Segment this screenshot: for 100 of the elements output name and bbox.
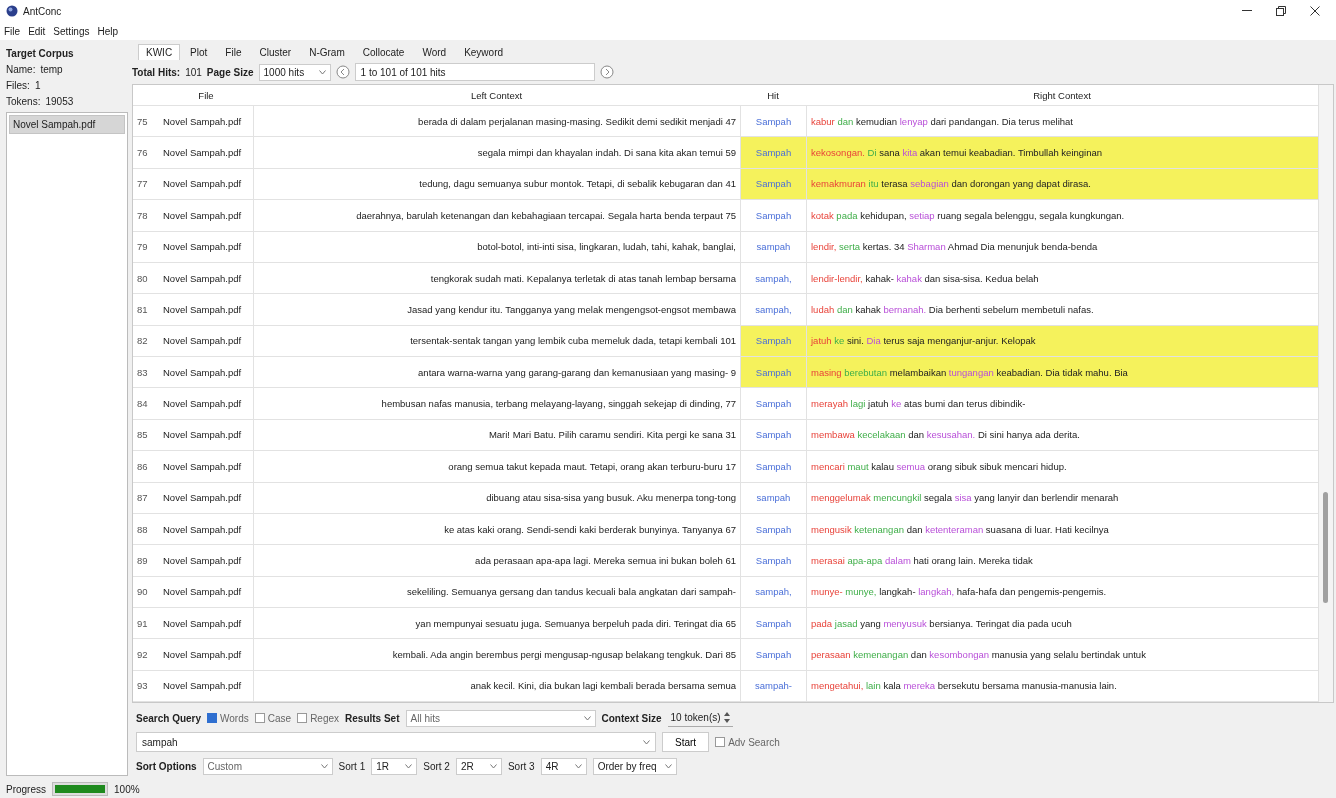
left-context: hembusan nafas manusia, terbang melayang-layang, singgah sekejap di dinding, 77 bbox=[253, 388, 740, 419]
file-name: Novel Sampah.pdf bbox=[162, 146, 243, 161]
sort-level-dropdown[interactable]: 2R bbox=[455, 757, 502, 775]
row-number: 78 bbox=[136, 208, 149, 223]
checkbox[interactable]: Case bbox=[254, 712, 292, 724]
search-field[interactable]: sampah bbox=[136, 732, 656, 752]
sort-preset-dropdown[interactable]: Custom bbox=[202, 757, 333, 775]
column-header[interactable]: Left Context bbox=[253, 85, 740, 105]
row-number: 91 bbox=[136, 616, 149, 631]
file-name: Novel Sampah.pdf bbox=[162, 553, 243, 568]
caret-icon bbox=[318, 69, 326, 75]
caret-icon bbox=[574, 763, 582, 769]
left-context: daerahnya, barulah ketenangan dan kebahagiaan tercapai. Segala harta benda terpaut 75 bbox=[253, 200, 740, 231]
previous-page-icon[interactable] bbox=[335, 65, 350, 79]
file-name: Novel Sampah.pdf bbox=[162, 208, 243, 223]
tab[interactable]: N-Gram bbox=[301, 44, 353, 60]
minimize-icon[interactable] bbox=[1242, 10, 1252, 12]
caret-icon bbox=[583, 715, 591, 721]
file-name: Novel Sampah.pdf bbox=[162, 397, 243, 412]
right-context: masing berebutan melambaikan tungangan keabadian. Dia tidak mahu. Bia bbox=[806, 357, 1318, 388]
tab[interactable]: Keyword bbox=[456, 44, 512, 60]
left-context: sekeliling. Semuanya gersang dan tandus kecuali bala angkatan dari sampah- bbox=[253, 576, 740, 607]
caret-icon bbox=[643, 739, 650, 745]
tab[interactable]: Collocate bbox=[354, 44, 413, 60]
column-header[interactable]: File bbox=[159, 85, 253, 105]
checkbox[interactable]: Words bbox=[207, 712, 249, 724]
caret-icon bbox=[664, 763, 672, 769]
file-name: Novel Sampah.pdf bbox=[162, 428, 243, 443]
field-value: 1 bbox=[34, 80, 41, 91]
file-name: Novel Sampah.pdf bbox=[162, 365, 243, 380]
menu-item[interactable]: Help bbox=[97, 25, 119, 37]
row-number: 81 bbox=[136, 302, 149, 317]
menu-item[interactable]: File bbox=[4, 25, 21, 37]
scrollbar[interactable] bbox=[1318, 85, 1333, 702]
file-name: Novel Sampah.pdf bbox=[162, 616, 243, 631]
menu-item[interactable]: Edit bbox=[28, 25, 46, 37]
column-header[interactable]: Right Context bbox=[806, 85, 1318, 105]
file-name: Novel Sampah.pdf bbox=[162, 177, 243, 192]
hit-word: sampah- bbox=[740, 670, 806, 702]
file-name: Novel Sampah.pdf bbox=[162, 585, 243, 600]
caret-icon bbox=[405, 763, 413, 769]
file-item[interactable]: Novel Sampah.pdf bbox=[9, 115, 125, 134]
maximize-icon[interactable] bbox=[1276, 6, 1286, 16]
window-title: AntConc bbox=[23, 5, 62, 17]
progress-reading: 100% bbox=[114, 783, 140, 795]
left-context: ke atas kaki orang. Sendi-sendi kaki berderak bunyinya. Tanyanya 67 bbox=[253, 513, 740, 545]
hit-word: Sampah bbox=[740, 419, 806, 451]
file-name: Novel Sampah.pdf bbox=[162, 459, 243, 474]
row-number: 92 bbox=[136, 648, 149, 663]
order-dropdown[interactable]: Order by freq bbox=[592, 757, 677, 775]
left-context: kembali. Ada angin berembus pergi mengusap-ngusap belakang tengkuk. Dari 85 bbox=[253, 639, 740, 670]
page-size-dropdown[interactable]: 1000 hits bbox=[258, 63, 331, 81]
tab[interactable]: Plot bbox=[182, 44, 216, 60]
sort-level-label: Sort 2 bbox=[423, 760, 450, 772]
row-number: 83 bbox=[136, 365, 149, 380]
row-number: 90 bbox=[136, 585, 149, 600]
hit-word: Sampah bbox=[740, 545, 806, 576]
next-page-icon[interactable] bbox=[599, 65, 614, 79]
row-number: 86 bbox=[136, 459, 149, 474]
right-context: kemakmuran itu terasa sebagian dan dorongan yang dapat dirasa. bbox=[806, 168, 1318, 200]
left-context: yan mempunyai sesuatu juga. Semuanya berpeluh pada diri. Teringat dia 65 bbox=[253, 608, 740, 639]
hit-word: Sampah bbox=[740, 168, 806, 200]
sort-level-label: Sort 1 bbox=[338, 760, 366, 772]
start-button[interactable]: Start bbox=[662, 732, 710, 752]
tab[interactable]: File bbox=[217, 44, 250, 60]
file-name: Novel Sampah.pdf bbox=[162, 114, 243, 129]
left-context: berada di dalam perjalanan masing-masing. Sedikit demi sedikit menjadi 47 bbox=[253, 106, 740, 137]
hit-word: Sampah bbox=[740, 639, 806, 670]
scroll-thumb[interactable] bbox=[1323, 492, 1328, 604]
file-name: Novel Sampah.pdf bbox=[162, 302, 243, 317]
close-icon[interactable] bbox=[1310, 6, 1320, 16]
checkbox[interactable]: Regex bbox=[297, 712, 340, 724]
right-context: jatuh ke sini. Dia terus saja menganjur-anjur. Kelopak bbox=[806, 325, 1318, 356]
sort-level-label: Sort 3 bbox=[507, 760, 535, 772]
hit-word: Sampah bbox=[740, 513, 806, 545]
spin-arrows-icon[interactable] bbox=[723, 712, 730, 723]
right-context: kekosongan. Di sana kita akan temui keabadian. Timbullah keinginan bbox=[806, 137, 1318, 168]
sort-level-dropdown[interactable]: 4R bbox=[540, 757, 587, 775]
left-context: dibuang atau sisa-sisa yang busuk. Aku menerpa tong-tong bbox=[253, 482, 740, 513]
field-label: Name: bbox=[6, 64, 36, 75]
left-context: orang semua takut kepada maut. Tetapi, orang akan terburu-buru 17 bbox=[253, 451, 740, 482]
tab[interactable]: Cluster bbox=[251, 44, 300, 60]
row-number: 87 bbox=[136, 491, 149, 506]
context-size-spinbox[interactable]: 10 token(s) bbox=[667, 709, 733, 727]
row-number: 88 bbox=[136, 522, 149, 537]
row-number: 93 bbox=[136, 679, 149, 694]
hit-word: Sampah bbox=[740, 451, 806, 482]
hit-word: Sampah bbox=[740, 106, 806, 137]
checkbox[interactable]: Adv Search bbox=[715, 736, 780, 748]
hits-range-field: 1 to 101 of 101 hits bbox=[354, 63, 595, 81]
sort-level-dropdown[interactable]: 1R bbox=[371, 757, 418, 775]
file-name: Novel Sampah.pdf bbox=[162, 491, 243, 506]
tab[interactable]: KWIC bbox=[138, 44, 181, 60]
results-set-dropdown[interactable]: All hits bbox=[405, 709, 596, 727]
hit-word: sampah bbox=[740, 482, 806, 513]
menu-item[interactable]: Settings bbox=[53, 25, 90, 37]
total-hits-value: 101 bbox=[185, 66, 202, 78]
column-header[interactable]: Hit bbox=[740, 85, 806, 105]
sort-options-label: Sort Options bbox=[136, 760, 197, 772]
tab[interactable]: Word bbox=[414, 44, 455, 60]
